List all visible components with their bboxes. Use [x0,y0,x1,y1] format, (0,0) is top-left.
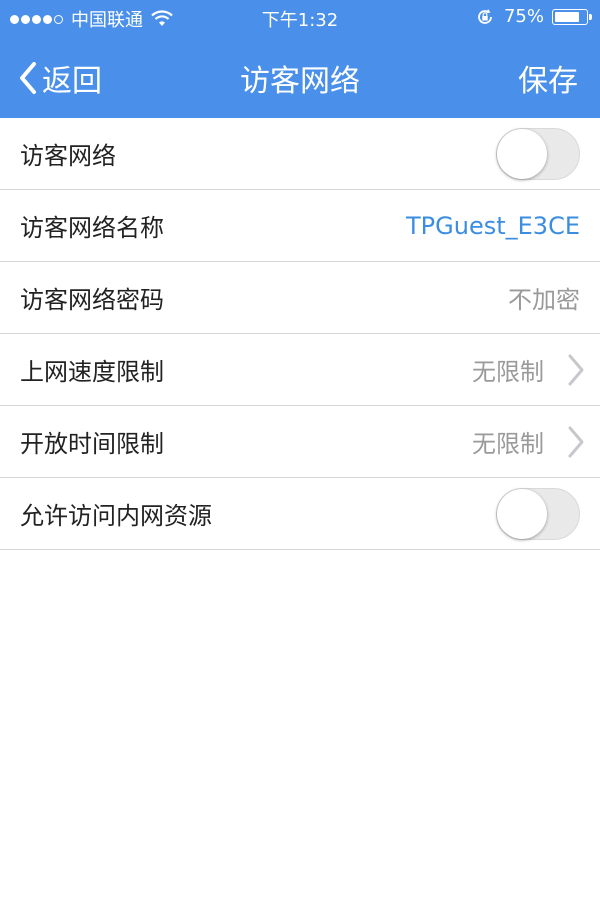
row-label: 访客网络名称 [20,214,164,242]
rotation-lock-icon [478,8,492,24]
chevron-right-icon [568,354,584,385]
open-time-limit-row[interactable]: 开放时间限制 无限制 [0,406,600,478]
status-right: 75% [476,6,592,27]
settings-list: 访客网络 访客网络名称 TPGuest_E3CE 访客网络密码 不加密 上网速度… [0,118,600,550]
intranet-access-row: 允许访问内网资源 [0,478,600,550]
toggle-knob [497,128,547,179]
row-label: 允许访问内网资源 [20,502,212,530]
nav-bar: 返回 访客网络 保存 [0,34,600,118]
guest-network-password-value: 不加密 [508,286,580,314]
save-button[interactable]: 保存 [518,56,578,100]
guest-network-toggle[interactable] [496,127,580,180]
guest-network-name-value[interactable]: TPGuest_E3CE [406,212,580,240]
header: 中国联通 下午1:32 75% 返回 访客网络 保存 [0,0,600,118]
guest-network-row: 访客网络 [0,118,600,190]
speed-limit-value: 无限制 [472,358,544,386]
status-bar: 中国联通 下午1:32 75% [0,0,600,34]
open-time-limit-value: 无限制 [472,430,544,458]
page-title: 访客网络 [240,64,360,99]
guest-network-password-row[interactable]: 访客网络密码 不加密 [0,262,600,334]
row-label: 开放时间限制 [20,430,164,458]
chevron-right-icon [568,426,584,457]
speed-limit-row[interactable]: 上网速度限制 无限制 [0,334,600,406]
battery-percent: 75% [503,6,544,27]
toggle-knob [497,488,547,539]
row-label: 访客网络 [20,142,116,170]
guest-network-name-row[interactable]: 访客网络名称 TPGuest_E3CE [0,190,600,262]
row-label: 访客网络密码 [20,286,164,314]
battery-icon [552,8,592,25]
intranet-access-toggle[interactable] [496,487,580,540]
row-label: 上网速度限制 [20,358,164,386]
